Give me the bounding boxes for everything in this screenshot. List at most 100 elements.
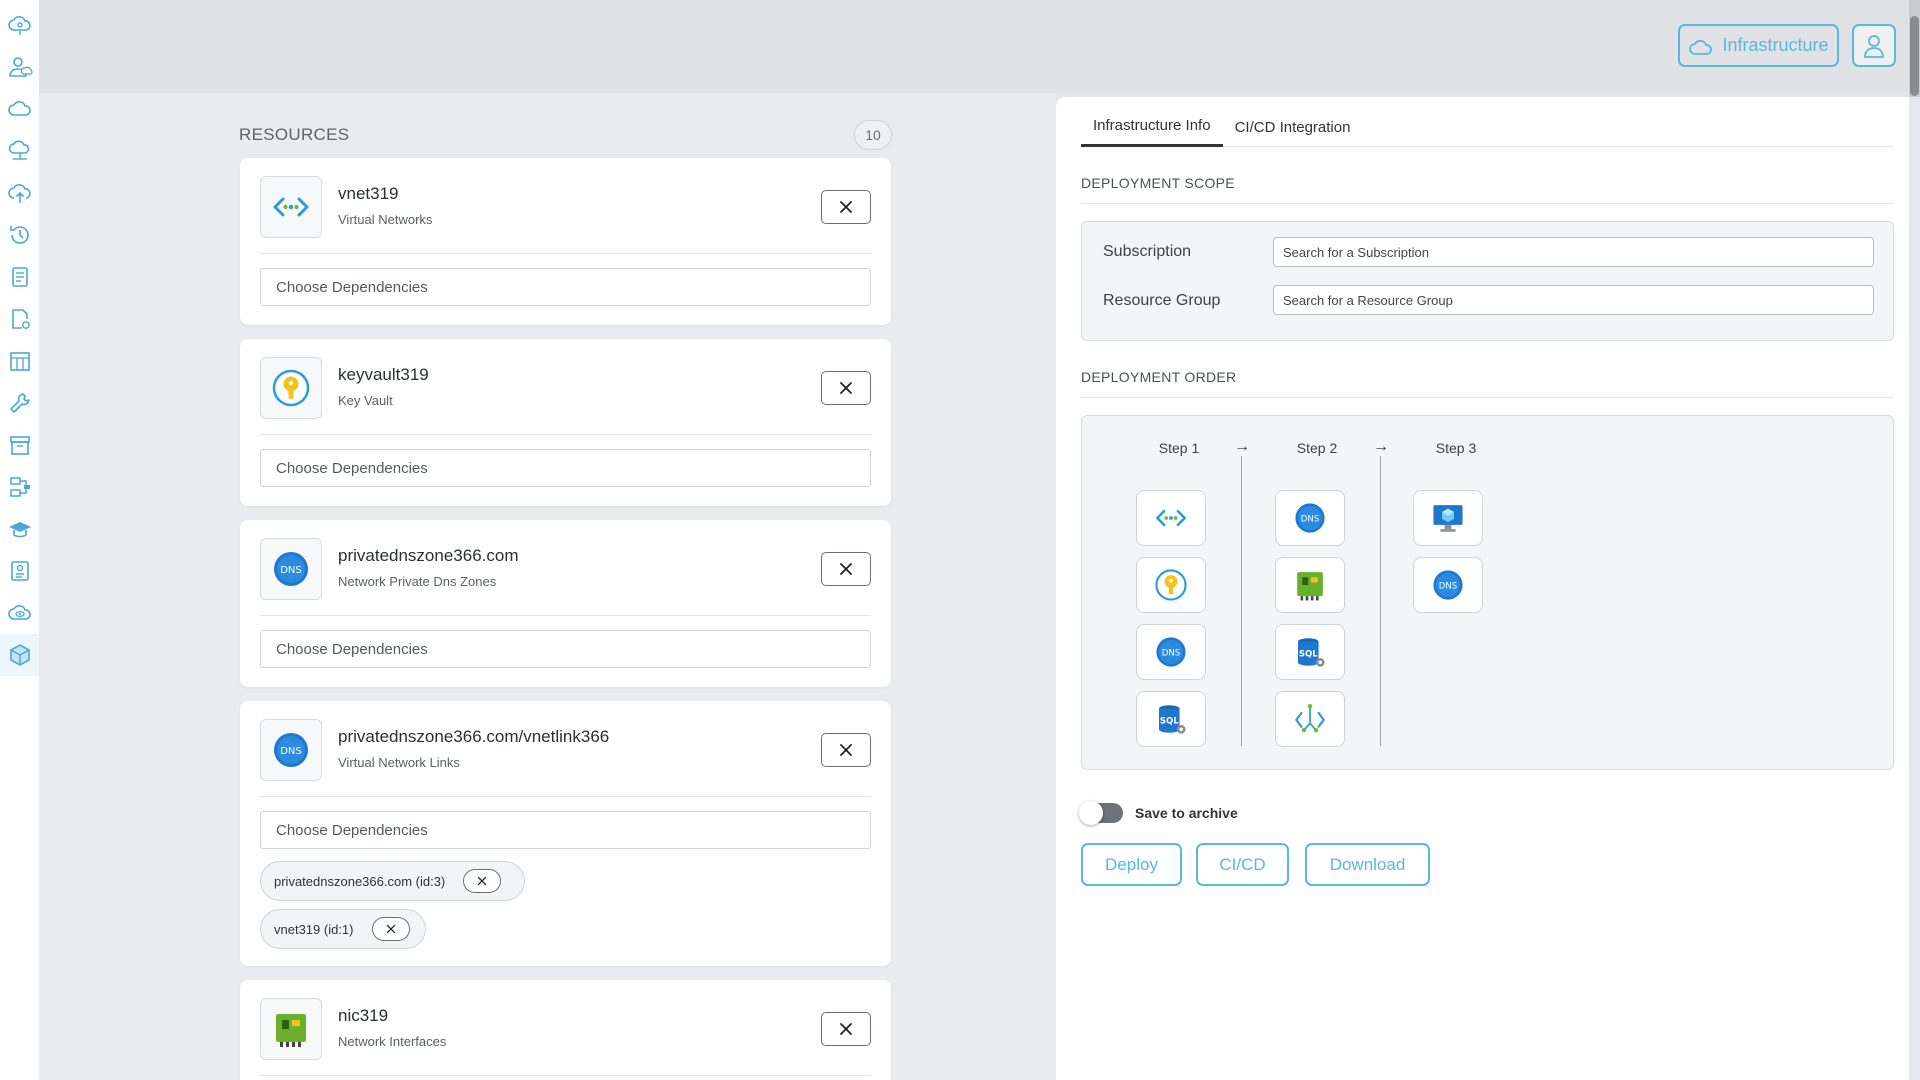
scrollbar-thumb[interactable] (1910, 16, 1919, 96)
sql-icon (1136, 691, 1206, 747)
resource-card: keyvault319 Key Vault Choose Dependencie… (240, 339, 891, 506)
resource-type: Network Interfaces (338, 1034, 447, 1049)
resource-type: Network Private Dns Zones (338, 574, 497, 589)
building-icon[interactable] (0, 340, 39, 382)
step-separator (1241, 456, 1242, 746)
resource-type: Key Vault (338, 393, 393, 408)
dns-icon (260, 538, 322, 600)
remove-dependency-button[interactable] (463, 869, 502, 893)
virtual-machine-icon (1413, 490, 1483, 546)
resource-name: vnet319 (338, 184, 399, 203)
history-icon[interactable] (0, 214, 39, 256)
cloud-icon (1689, 39, 1713, 55)
deployment-scope-title: DEPLOYMENT SCOPE (1081, 175, 1235, 191)
remove-resource-button[interactable] (821, 1012, 871, 1046)
choose-dependencies-input[interactable]: Choose Dependencies (260, 811, 871, 849)
resource-type: Virtual Network Links (338, 755, 460, 770)
tab-infrastructure-info[interactable]: Infrastructure Info (1081, 107, 1223, 147)
subscription-label: Subscription (1103, 243, 1192, 260)
close-icon (477, 876, 487, 886)
infrastructure-button-label: Infrastructure (1722, 35, 1829, 55)
remove-resource-button[interactable] (821, 371, 871, 405)
resource-card: privatednszone366.com/vnetlink366 Virtua… (240, 701, 891, 966)
nic-icon (260, 998, 322, 1060)
divider (260, 1075, 871, 1076)
resource-group-label: Resource Group (1103, 292, 1221, 309)
dns-icon (260, 719, 322, 781)
resource-name: privatednszone366.com/vnetlink366 (338, 727, 610, 746)
deploy-button[interactable]: Deploy (1081, 843, 1182, 886)
divider (1081, 203, 1894, 204)
deployment-scope-box: Subscription Search for a Subscription R… (1081, 221, 1894, 341)
deployment-order-box: Step 1 → Step 2 → Step 3 (1081, 415, 1894, 770)
pipeline-icon[interactable] (0, 466, 39, 508)
remove-resource-button[interactable] (821, 552, 871, 586)
dependency-chip: privatednszone366.com (id:3) (260, 861, 525, 901)
divider (1081, 397, 1894, 398)
choose-dependencies-input[interactable]: Choose Dependencies (260, 630, 871, 668)
resource-group-search-input[interactable]: Search for a Resource Group (1273, 285, 1874, 315)
resource-card: privatednszone366.com Network Private Dn… (240, 520, 891, 687)
choose-dependencies-input[interactable]: Choose Dependencies (260, 449, 871, 487)
save-to-archive-row: Save to archive (1079, 800, 1238, 826)
close-icon (839, 562, 853, 576)
dns-icon (1136, 624, 1206, 680)
save-to-archive-label: Save to archive (1135, 805, 1238, 821)
divider (260, 796, 871, 797)
resource-card: vnet319 Virtual Networks Choose Dependen… (240, 158, 891, 325)
choose-dependencies-input[interactable]: Choose Dependencies (260, 268, 871, 306)
remove-resource-button[interactable] (821, 733, 871, 767)
cloud-icon[interactable] (0, 88, 39, 130)
cloud-eye-icon[interactable] (0, 592, 39, 634)
subscription-search-input[interactable]: Search for a Subscription (1273, 237, 1874, 267)
deployment-order-title: DEPLOYMENT ORDER (1081, 369, 1237, 385)
user-profile-button[interactable] (1852, 24, 1896, 67)
document-settings-icon[interactable] (0, 298, 39, 340)
close-icon (386, 924, 396, 934)
resource-name: nic319 (338, 1006, 389, 1025)
graduation-cap-icon[interactable] (0, 508, 39, 550)
close-icon (839, 200, 853, 214)
divider (260, 253, 871, 254)
cloud-brain-icon[interactable] (0, 4, 39, 46)
remove-resource-button[interactable] (821, 190, 871, 224)
cicd-button[interactable]: CI/CD (1196, 843, 1289, 886)
dns-icon (1413, 557, 1483, 613)
vnet-icon (1136, 490, 1206, 546)
arrow-right-icon: → (1234, 438, 1250, 455)
download-button[interactable]: Download (1305, 843, 1430, 886)
divider (260, 615, 871, 616)
resume-icon[interactable] (0, 550, 39, 592)
panel-tabs: Infrastructure Info CI/CD Integration (1081, 107, 1894, 147)
infrastructure-button[interactable]: Infrastructure (1678, 24, 1839, 67)
key-vault-icon (260, 357, 322, 419)
step-3-label: Step 3 (1435, 440, 1477, 456)
tab-cicd-integration[interactable]: CI/CD Integration (1223, 107, 1363, 147)
divider (260, 434, 871, 435)
nic-icon (1275, 557, 1345, 613)
document-list-icon[interactable] (0, 256, 39, 298)
dependency-chip-label: privatednszone366.com (id:3) (274, 873, 446, 889)
resources-count-badge: 10 (854, 120, 892, 150)
dependency-chip: vnet319 (id:1) (260, 909, 426, 949)
dns-icon (1275, 490, 1345, 546)
infrastructure-panel: Infrastructure Info CI/CD Integration DE… (1056, 97, 1909, 1080)
user-icon (1864, 34, 1884, 58)
resources-header: RESOURCES 10 (239, 119, 892, 151)
resources-title: RESOURCES (239, 125, 350, 144)
arrow-right-icon: → (1373, 438, 1389, 455)
remove-dependency-button[interactable] (371, 917, 410, 941)
cloud-network-icon[interactable] (0, 130, 39, 172)
step-separator (1380, 456, 1381, 746)
cloud-upload-icon[interactable] (0, 172, 39, 214)
user-cloud-icon[interactable] (0, 46, 39, 88)
load-balancer-icon (1275, 691, 1345, 747)
archive-icon[interactable] (0, 424, 39, 466)
sql-icon (1275, 624, 1345, 680)
step-2-label: Step 2 (1296, 440, 1338, 456)
wrench-icon[interactable] (0, 382, 39, 424)
cube-icon[interactable] (0, 634, 39, 676)
save-to-archive-toggle[interactable] (1079, 801, 1123, 825)
resource-name: keyvault319 (338, 365, 429, 384)
top-bar (39, 0, 1920, 93)
